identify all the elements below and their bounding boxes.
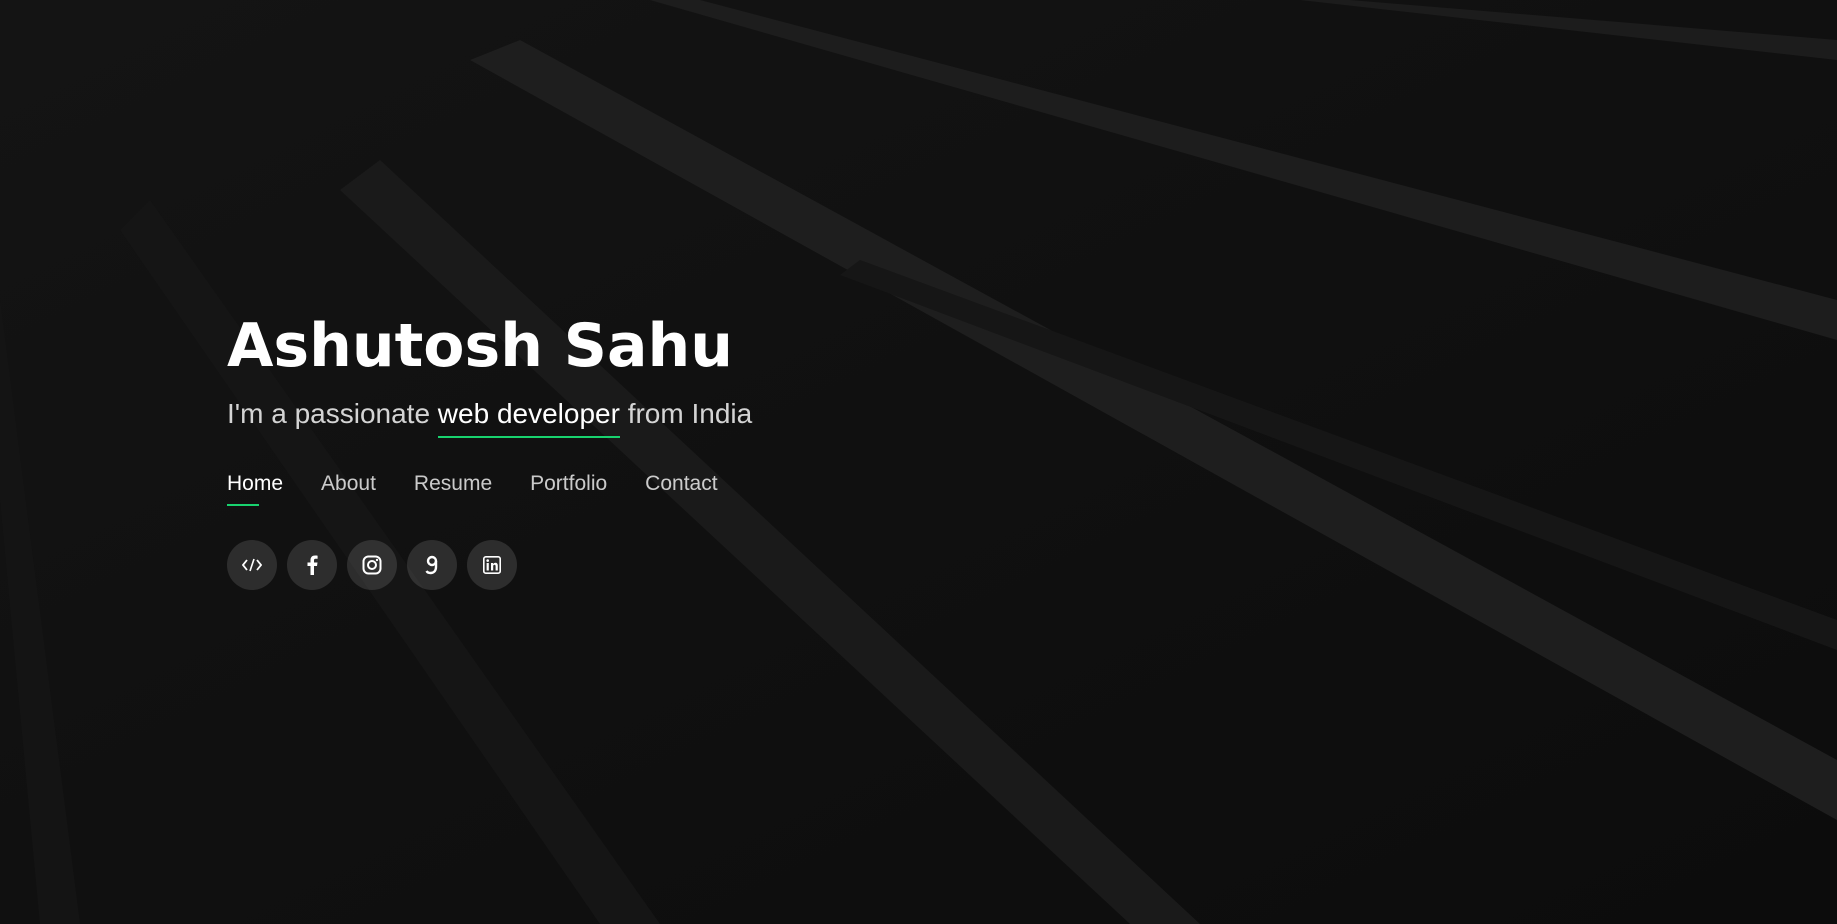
tagline-highlight: web developer (437, 398, 620, 438)
nav-contact[interactable]: Contact (645, 472, 717, 506)
facebook-link[interactable] (287, 540, 337, 590)
hero-name: Ashutosh Sahu (227, 311, 733, 381)
hero-tagline: I'm a passionate web developer from Indi… (227, 395, 1127, 438)
linkedin-icon (483, 556, 501, 574)
main-nav: Home About Resume Portfolio Contact (227, 472, 1127, 506)
tagline-prefix: I'm a passionate (227, 398, 431, 429)
hero-section: Ashutosh Sahu I'm a passionate web devel… (227, 305, 1127, 590)
linkedin-link[interactable] (467, 540, 517, 590)
google-link[interactable] (407, 540, 457, 590)
google-icon (425, 555, 439, 575)
tagline-suffix: from India (627, 398, 753, 429)
code-icon (242, 558, 262, 572)
social-links (227, 540, 1127, 590)
code-link[interactable] (227, 540, 277, 590)
nav-resume[interactable]: Resume (414, 472, 492, 506)
instagram-link[interactable] (347, 540, 397, 590)
nav-about[interactable]: About (321, 472, 376, 506)
nav-home[interactable]: Home (227, 472, 283, 506)
instagram-icon (362, 555, 382, 575)
nav-portfolio[interactable]: Portfolio (530, 472, 607, 506)
facebook-icon (306, 555, 318, 575)
